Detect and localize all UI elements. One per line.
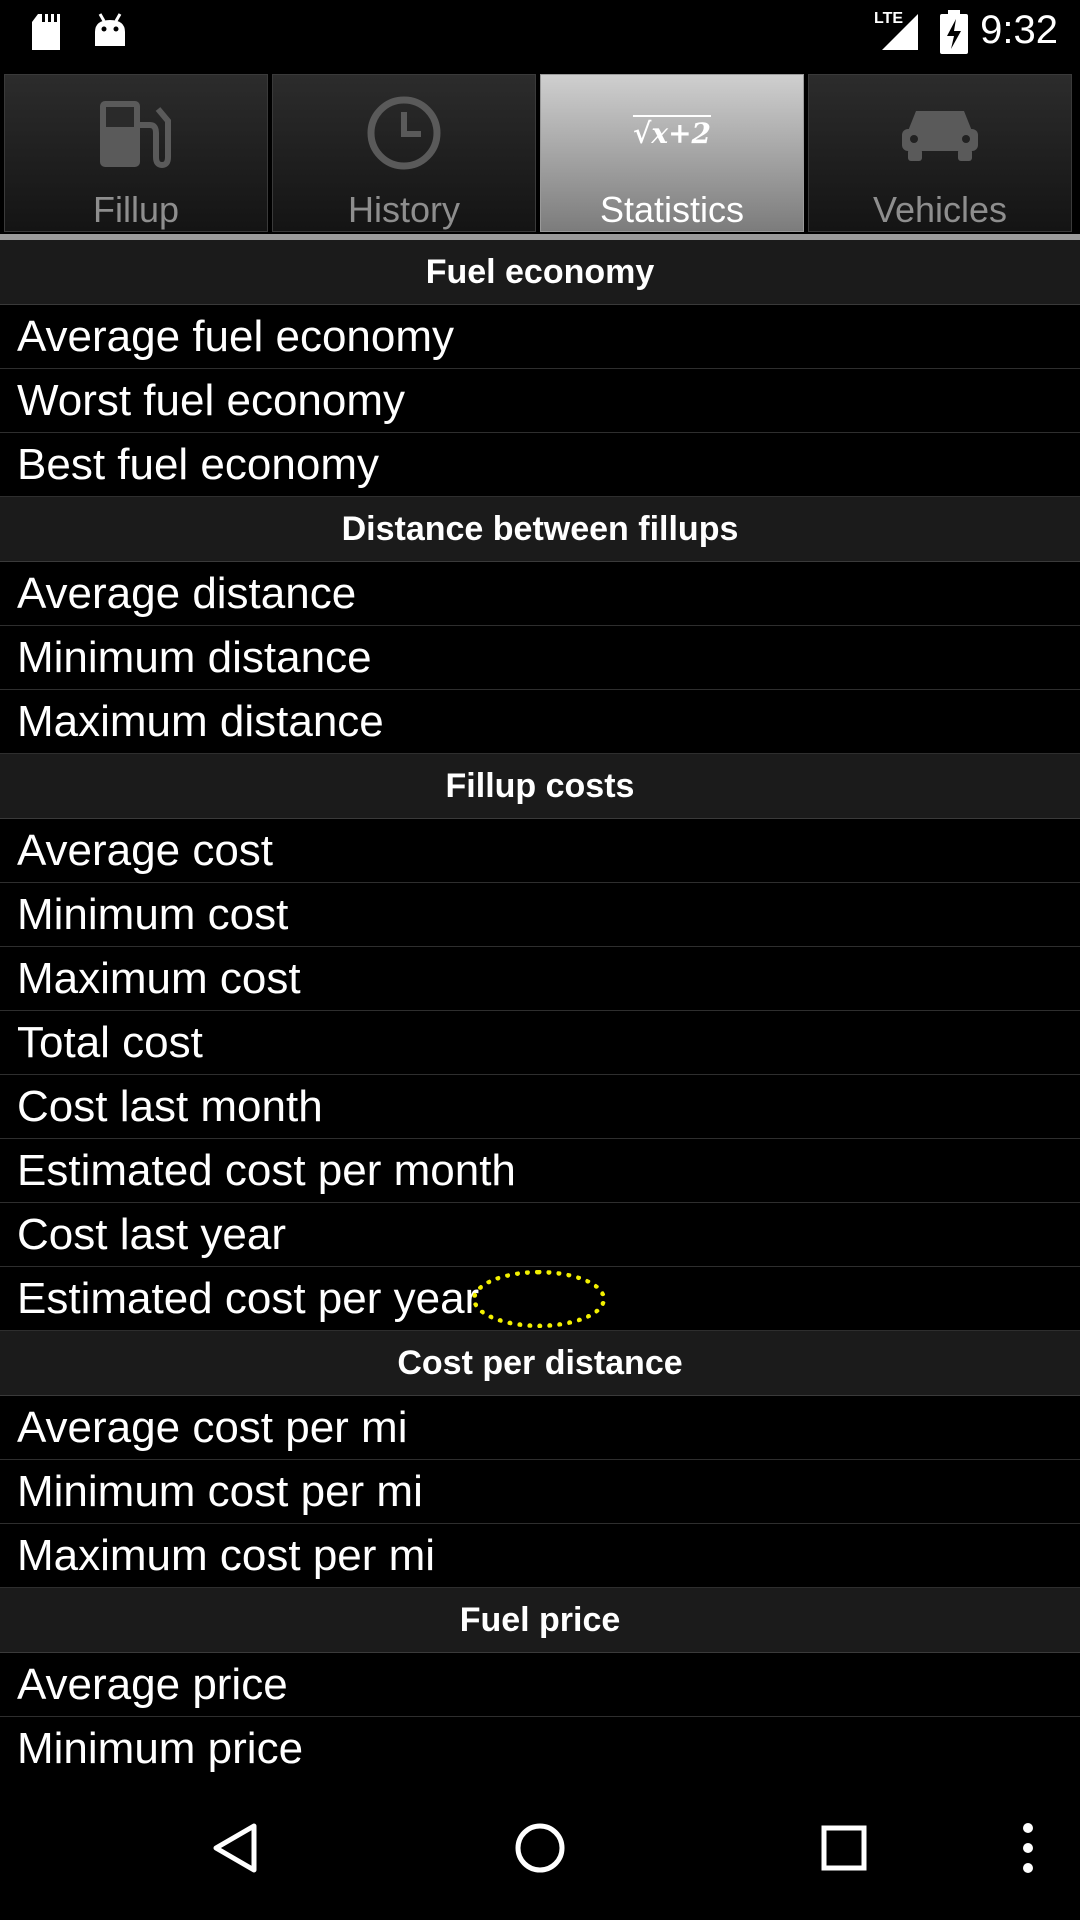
tab-statistics[interactable]: √x+2 Statistics [540,74,804,232]
tab-history[interactable]: History [272,74,536,232]
tab-fillup-label: Fillup [92,189,180,230]
recents-button[interactable] [808,1812,880,1884]
list-item[interactable]: Cost last month [0,1075,1080,1139]
home-icon [515,1823,565,1873]
tab-fillup[interactable]: Fillup [4,74,268,232]
overflow-menu-icon [1023,1823,1033,1873]
battery-charging-icon [940,10,968,54]
list-item[interactable]: Minimum distance [0,626,1080,690]
cell-signal-icon [882,14,918,50]
back-icon [213,1823,257,1873]
home-button[interactable] [504,1812,576,1884]
section-header-fuel-price: Fuel price [0,1588,1080,1653]
list-item[interactable]: Average cost per mi [0,1396,1080,1460]
list-item[interactable]: Maximum distance [0,690,1080,754]
recents-icon [821,1825,867,1871]
navigation-bar [0,1776,1080,1920]
statistics-list[interactable]: Fuel economy Average fuel economy Worst … [0,240,1080,1781]
tab-vehicles[interactable]: Vehicles [808,74,1072,232]
overflow-menu-button[interactable] [992,1812,1064,1884]
list-item[interactable]: Best fuel economy [0,433,1080,497]
list-item[interactable]: Average fuel economy [0,305,1080,369]
list-item[interactable]: Average distance [0,562,1080,626]
formula-icon-text: √x+2 [632,116,712,150]
sd-card-icon [32,14,60,50]
list-item[interactable]: Total cost [0,1011,1080,1075]
list-item[interactable]: Minimum cost [0,883,1080,947]
formula-icon: √x+2 [541,93,803,173]
list-item[interactable]: Estimated cost per month [0,1139,1080,1203]
section-header-fillup-costs: Fillup costs [0,754,1080,819]
list-item[interactable]: Cost last year [0,1203,1080,1267]
list-item[interactable]: Minimum cost per mi [0,1460,1080,1524]
tab-statistics-label: Statistics [599,189,745,230]
section-header-distance: Distance between fillups [0,497,1080,562]
tab-vehicles-label: Vehicles [872,189,1008,230]
clock-icon [273,93,535,173]
section-header-cost-per-distance: Cost per distance [0,1331,1080,1396]
status-bar: LTE 9:32 [0,0,1080,66]
clock: 9:32 [980,8,1058,52]
tab-bar: Fillup History √x+2 Statistics Vehicles [0,70,1080,236]
list-item[interactable]: Minimum price [0,1717,1080,1781]
back-button[interactable] [200,1812,272,1884]
car-icon [809,93,1071,173]
tab-history-label: History [347,189,460,230]
tap-highlight-ring [472,1270,606,1328]
list-item[interactable]: Average price [0,1653,1080,1717]
fuel-pump-icon [5,93,267,173]
android-debug-icon [95,13,125,46]
list-item[interactable]: Maximum cost [0,947,1080,1011]
list-item[interactable]: Average cost [0,819,1080,883]
list-item[interactable]: Worst fuel economy [0,369,1080,433]
section-header-fuel-economy: Fuel economy [0,240,1080,305]
list-item[interactable]: Maximum cost per mi [0,1524,1080,1588]
